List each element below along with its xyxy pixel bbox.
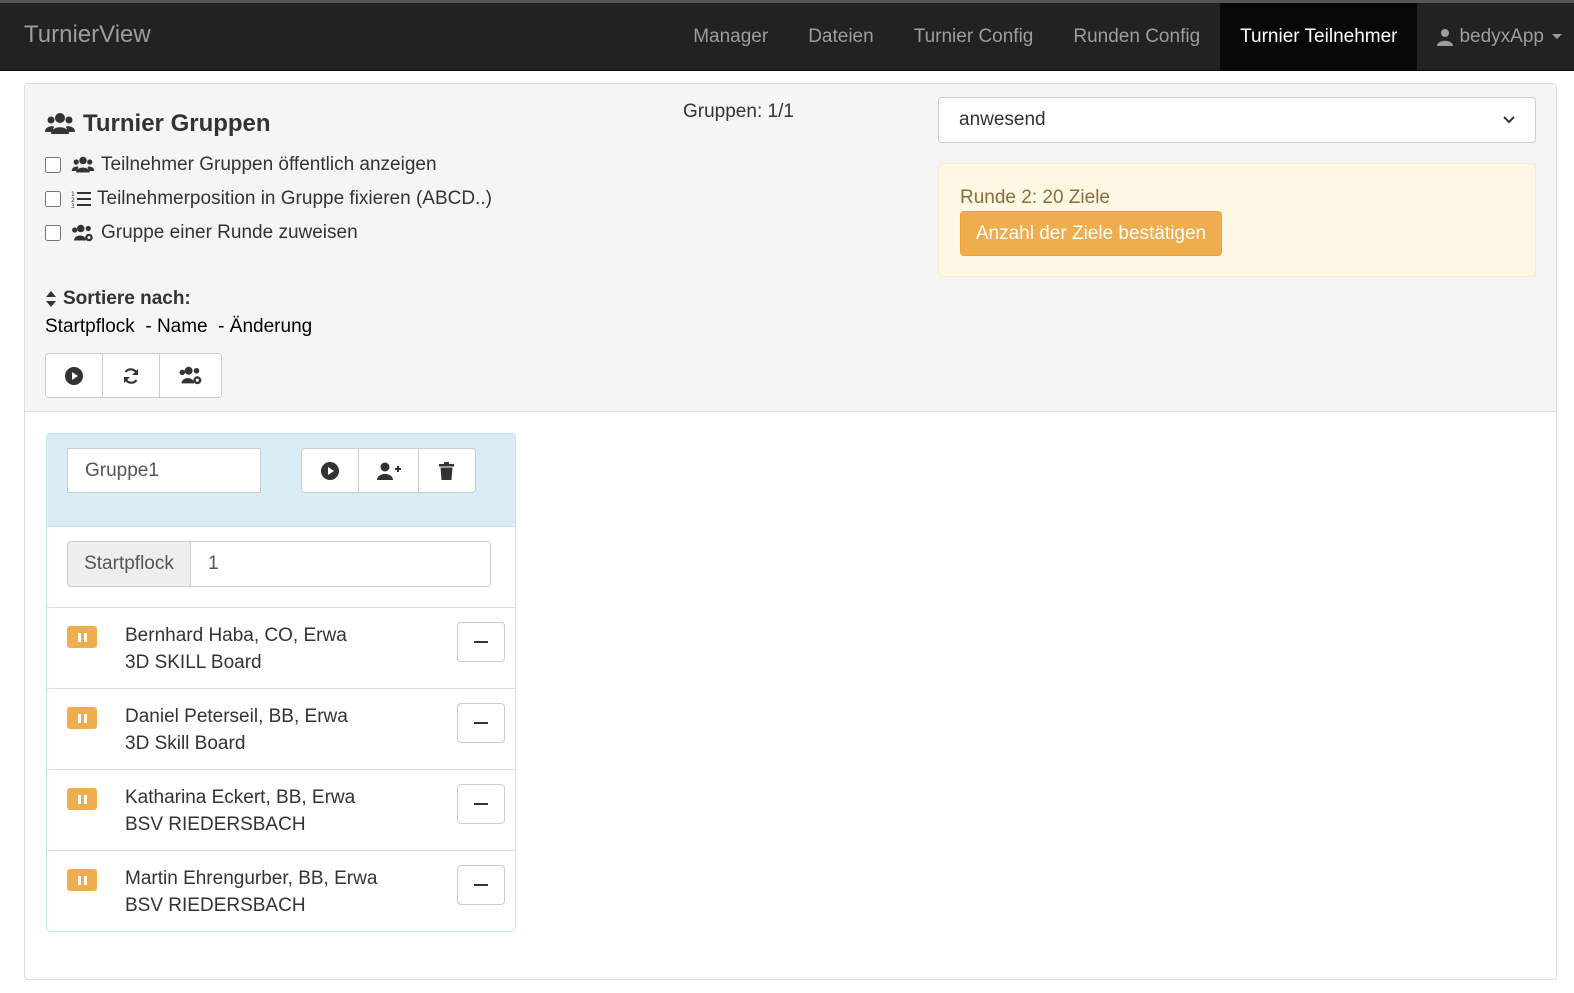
caret-down-icon — [1552, 34, 1562, 39]
member-row: Bernhard Haba, CO, Erwa 3D SKILL Board — [47, 607, 515, 689]
checkbox-label: Teilnehmer Gruppen öffentlich anzeigen — [101, 154, 437, 175]
startpflock-label: Startpflock — [68, 542, 191, 586]
users-gear-icon — [179, 366, 201, 385]
sort-by-name[interactable]: Name — [157, 316, 208, 337]
refresh-icon — [123, 367, 139, 384]
sort-icon — [46, 291, 56, 307]
nav-link-turnier-teilnehmer[interactable]: Turnier Teilnehmer — [1220, 3, 1418, 70]
checkbox-row-public[interactable]: Teilnehmer Gruppen öffentlich anzeigen — [45, 154, 437, 176]
minus-icon — [474, 803, 488, 805]
pause-icon[interactable] — [67, 788, 97, 810]
user-menu-dropdown[interactable]: bedyxApp — [1417, 3, 1574, 70]
remove-member-button[interactable] — [457, 865, 505, 905]
checkbox-label: Teilnehmerposition in Gruppe fixieren (A… — [97, 188, 492, 209]
ordered-list-icon: 1 2 3 — [71, 191, 91, 208]
nav-link-runden-config[interactable]: Runden Config — [1053, 3, 1220, 70]
pause-icon[interactable] — [67, 707, 97, 729]
brand-title[interactable]: TurnierView — [24, 21, 151, 49]
nav-link-dateien[interactable]: Dateien — [788, 3, 894, 70]
sort-heading: Sortiere nach: — [45, 288, 191, 310]
filter-select[interactable]: anwesend — [938, 97, 1536, 143]
groups-panel: Turnier Gruppen Gruppen: 1/1 Teilnehmer … — [24, 83, 1557, 980]
member-row: Katharina Eckert, BB, Erwa BSV RIEDERSBA… — [47, 769, 515, 851]
trash-icon — [439, 461, 455, 480]
pause-icon[interactable] — [67, 869, 97, 891]
startpflock-input-group: Startpflock 1 — [67, 541, 491, 587]
add-user-icon — [376, 462, 401, 480]
member-row: Martin Ehrengurber, BB, Erwa BSV RIEDERS… — [47, 850, 515, 931]
startpflock-input[interactable]: 1 — [191, 542, 490, 586]
delete-group-button[interactable] — [418, 449, 475, 492]
member-name: Martin Ehrengurber, BB, Erwa — [125, 868, 378, 889]
chevron-down-icon — [1503, 116, 1515, 124]
sort-by-startpflock[interactable]: Startpflock — [45, 316, 135, 337]
remove-member-button[interactable] — [457, 622, 505, 662]
sort-options: Startpflock - Name - Änderung — [45, 316, 313, 337]
group-name-input[interactable]: Gruppe1 — [67, 448, 261, 493]
checkbox-label: Gruppe einer Runde zuweisen — [101, 222, 358, 243]
minus-icon — [474, 884, 488, 886]
filter-select-value: anwesend — [959, 109, 1046, 130]
play-all-button[interactable] — [46, 354, 103, 397]
page-title: Turnier Gruppen — [45, 110, 271, 138]
heading-action-buttons — [45, 353, 222, 398]
fix-position-checkbox[interactable] — [45, 191, 61, 207]
public-groups-checkbox[interactable] — [45, 157, 61, 173]
group-settings-button[interactable] — [160, 354, 221, 397]
svg-text:3: 3 — [71, 203, 75, 208]
minus-icon — [474, 641, 488, 643]
checkbox-row-assign-round[interactable]: Gruppe einer Runde zuweisen — [45, 222, 358, 244]
play-circle-icon — [321, 461, 340, 480]
group-play-button[interactable] — [302, 449, 360, 492]
member-name: Daniel Peterseil, BB, Erwa — [125, 706, 348, 727]
nav-link-manager[interactable]: Manager — [673, 3, 788, 70]
sort-by-aenderung[interactable]: Änderung — [230, 316, 312, 337]
confirm-targets-button[interactable]: Anzahl der Ziele bestätigen — [960, 211, 1222, 256]
member-club: BSV RIEDERSBACH — [125, 895, 306, 916]
nav-link-turnier-config[interactable]: Turnier Config — [894, 3, 1054, 70]
pause-icon[interactable] — [67, 626, 97, 648]
users-icon — [71, 156, 95, 173]
add-user-button[interactable] — [359, 449, 419, 492]
sort-title: Sortiere nach: — [63, 288, 191, 309]
checkbox-row-fix-position[interactable]: 1 2 3 Teilnehmerposition in Gruppe fixie… — [45, 188, 492, 210]
member-club: 3D Skill Board — [125, 733, 246, 754]
member-club: 3D SKILL Board — [125, 652, 262, 673]
targets-alert: Runde 2: 20 Ziele Anzahl der Ziele bestä… — [938, 163, 1536, 277]
member-club: BSV RIEDERSBACH — [125, 814, 306, 835]
refresh-button[interactable] — [103, 354, 160, 397]
users-icon — [45, 113, 75, 134]
group-count: Gruppen: 1/1 — [683, 101, 794, 122]
member-name: Katharina Eckert, BB, Erwa — [125, 787, 356, 808]
user-icon — [1437, 28, 1454, 46]
remove-member-button[interactable] — [457, 784, 505, 824]
member-name: Bernhard Haba, CO, Erwa — [125, 625, 347, 646]
nav-links: Manager Dateien Turnier Config Runden Co… — [673, 3, 1574, 70]
member-row: Daniel Peterseil, BB, Erwa 3D Skill Boar… — [47, 688, 515, 770]
group-card: Gruppe1 Startpflock 1 Bernhard Haba, CO,… — [46, 433, 516, 932]
panel-heading: Turnier Gruppen Gruppen: 1/1 Teilnehmer … — [25, 84, 1556, 412]
remove-member-button[interactable] — [457, 703, 505, 743]
user-name: bedyxApp — [1459, 25, 1544, 47]
alert-text: Runde 2: 20 Ziele — [960, 187, 1110, 208]
top-navbar: TurnierView Manager Dateien Turnier Conf… — [0, 0, 1574, 71]
assign-round-checkbox[interactable] — [45, 225, 61, 241]
users-gear-icon — [72, 224, 93, 242]
group-card-header: Gruppe1 — [47, 434, 515, 527]
page-title-text: Turnier Gruppen — [83, 110, 271, 137]
minus-icon — [474, 722, 488, 724]
group-action-buttons — [301, 448, 476, 493]
play-circle-icon — [65, 366, 83, 385]
